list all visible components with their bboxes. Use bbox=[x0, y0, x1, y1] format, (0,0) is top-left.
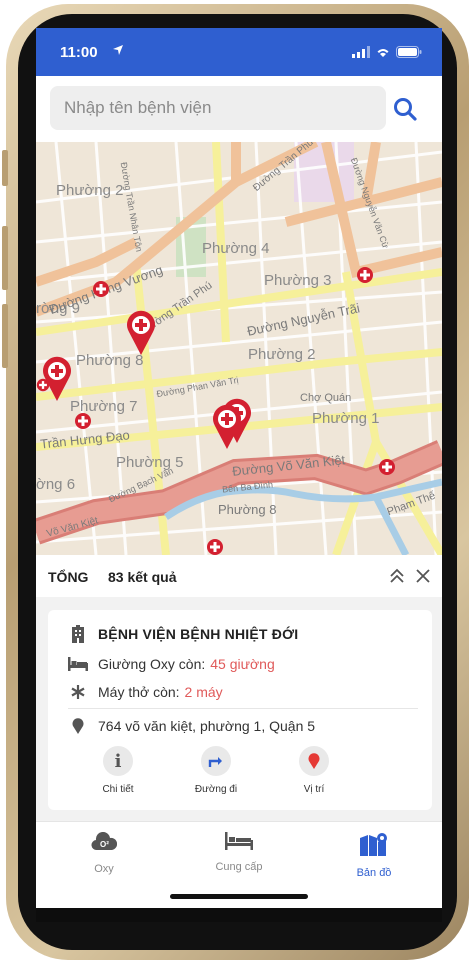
tab-map[interactable]: Bản đồ bbox=[324, 832, 424, 879]
oxy-bed-row: Giường Oxy còn: 45 giường bbox=[68, 654, 275, 674]
hospital-pin-icon[interactable] bbox=[126, 310, 156, 356]
detail-button[interactable]: i Chi tiết bbox=[78, 746, 158, 795]
address-row: 764 võ văn kiệt, phường 1, Quận 5 bbox=[68, 716, 315, 736]
tab-oxy-label: Oxy bbox=[94, 863, 114, 875]
divider bbox=[68, 708, 418, 709]
side-button bbox=[2, 150, 8, 186]
street-label: Chợ Quán bbox=[300, 392, 352, 404]
ventilator-label: Máy thở còn: bbox=[98, 684, 180, 700]
results-count: 83 kết quả bbox=[108, 569, 177, 585]
map-label: Phường 2 bbox=[248, 346, 316, 363]
hospital-dot-icon[interactable] bbox=[74, 412, 92, 430]
hospital-dot-icon[interactable] bbox=[206, 538, 224, 555]
wifi-icon bbox=[377, 49, 389, 57]
results-header: TỔNG 83 kết quả bbox=[36, 555, 442, 598]
map-label: Phường 8 bbox=[218, 502, 277, 517]
svg-text:O²: O² bbox=[100, 840, 109, 849]
ventilator-row: Máy thở còn: 2 máy bbox=[68, 682, 223, 702]
location-label: Vị trí bbox=[303, 784, 325, 795]
hospital-name-row: BỆNH VIỆN BỆNH NHIỆT ĐỚI bbox=[68, 624, 298, 644]
directions-icon bbox=[201, 746, 231, 776]
search-bar bbox=[36, 76, 442, 142]
phone-chin bbox=[36, 908, 442, 922]
expand-up-icon[interactable] bbox=[388, 567, 406, 585]
cellular-signal-icon bbox=[352, 46, 370, 58]
status-icons bbox=[352, 46, 422, 58]
hospital-name: BỆNH VIỆN BỆNH NHIỆT ĐỚI bbox=[98, 626, 299, 642]
side-button bbox=[2, 226, 8, 290]
status-bar: 11:00 bbox=[36, 28, 442, 76]
asterisk-icon bbox=[68, 682, 88, 702]
oxy-bed-label: Giường Oxy còn: bbox=[98, 656, 206, 672]
oxy-bed-value: 45 giường bbox=[210, 656, 275, 672]
location-pin-icon bbox=[299, 746, 329, 776]
route-label: Đường đi bbox=[194, 784, 238, 795]
info-icon: i bbox=[103, 746, 133, 776]
map-label: Phường 3 bbox=[264, 272, 332, 289]
route-button[interactable]: Đường đi bbox=[176, 746, 256, 795]
app-screen: 11:00 Nhập tên bệnh viện Phường 2 Phường… bbox=[36, 28, 442, 908]
battery-icon bbox=[396, 46, 422, 58]
hospital-dot-icon[interactable] bbox=[36, 378, 50, 392]
detail-label: Chi tiết bbox=[102, 784, 134, 795]
hospital-address: 764 võ văn kiệt, phường 1, Quận 5 bbox=[98, 718, 316, 734]
oxygen-cloud-icon: O² bbox=[91, 831, 118, 851]
map-view[interactable]: Phường 2 Phường 4 Phường 3 rờng 9 Phường… bbox=[36, 142, 442, 555]
map-icon bbox=[360, 833, 387, 856]
tab-map-label: Bản đồ bbox=[356, 867, 392, 879]
map-marker-icon bbox=[68, 716, 88, 736]
map-label: ờng 6 bbox=[36, 476, 76, 493]
location-button[interactable]: Vị trí bbox=[274, 746, 354, 795]
map-label: Phường 1 bbox=[312, 410, 380, 427]
building-icon bbox=[68, 624, 88, 644]
ventilator-value: 2 máy bbox=[184, 684, 223, 700]
hospital-dot-icon[interactable] bbox=[92, 280, 110, 298]
close-icon[interactable] bbox=[414, 567, 432, 585]
home-indicator bbox=[170, 894, 308, 899]
side-button bbox=[2, 304, 8, 368]
tab-oxy[interactable]: O² Oxy bbox=[54, 831, 154, 875]
map-label: Phường 5 bbox=[116, 454, 184, 471]
search-input[interactable] bbox=[50, 86, 386, 130]
map-label: Phường 4 bbox=[202, 240, 270, 257]
location-arrow-icon bbox=[112, 43, 124, 60]
map-streets bbox=[36, 142, 442, 555]
map-label: Phường 2 bbox=[56, 182, 124, 199]
hospital-dot-icon[interactable] bbox=[356, 266, 374, 284]
search-icon[interactable] bbox=[392, 96, 418, 122]
results-total-label: TỔNG bbox=[48, 569, 89, 585]
hospital-pin-icon[interactable] bbox=[212, 404, 242, 450]
tab-supply-label: Cung cấp bbox=[215, 861, 263, 873]
bed-icon bbox=[225, 832, 253, 850]
status-time: 11:00 bbox=[60, 44, 98, 61]
tab-supply[interactable]: Cung cấp bbox=[189, 832, 289, 873]
hospital-dot-icon[interactable] bbox=[378, 458, 396, 476]
bed-icon bbox=[68, 654, 88, 674]
